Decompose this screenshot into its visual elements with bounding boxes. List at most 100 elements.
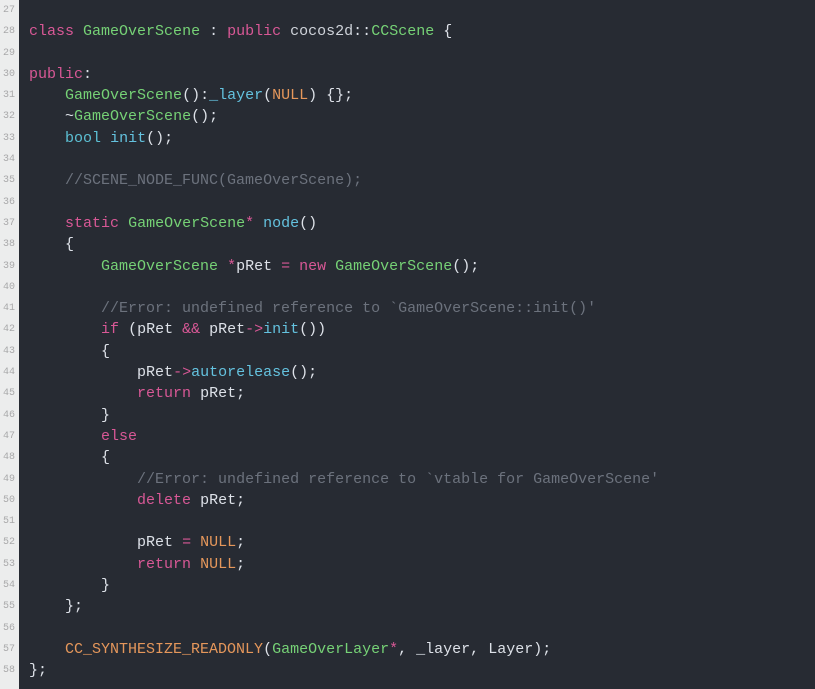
code-token: ~ — [65, 108, 74, 125]
code-token: _layer — [416, 641, 470, 658]
code-token: ( — [263, 641, 272, 658]
code-token — [101, 130, 110, 147]
line-number: 28 — [3, 21, 15, 42]
code-line[interactable] — [29, 277, 815, 298]
code-token: { — [443, 23, 452, 40]
line-number: 57 — [3, 639, 15, 660]
line-number: 27 — [3, 0, 15, 21]
code-token: _layer — [209, 87, 263, 104]
code-token: : — [83, 66, 92, 83]
code-token: pRet — [200, 385, 236, 402]
code-line[interactable] — [29, 43, 815, 64]
code-token: && — [182, 321, 200, 338]
code-token — [200, 23, 209, 40]
code-token: new — [299, 258, 326, 275]
code-line[interactable]: return pRet; — [29, 383, 815, 404]
code-token: , — [470, 641, 488, 658]
code-token — [29, 641, 65, 658]
code-line[interactable]: } — [29, 575, 815, 596]
code-line[interactable]: { — [29, 341, 815, 362]
line-number: 34 — [3, 149, 15, 170]
code-line[interactable] — [29, 149, 815, 170]
code-line[interactable]: GameOverScene *pRet = new GameOverScene(… — [29, 256, 815, 277]
code-token: pRet — [200, 492, 236, 509]
code-token: ; — [236, 492, 245, 509]
code-token — [29, 428, 101, 445]
code-line[interactable]: pRet->autorelease(); — [29, 362, 815, 383]
code-line[interactable] — [29, 511, 815, 532]
code-token: ); — [533, 641, 551, 658]
code-token: NULL — [272, 87, 308, 104]
code-line[interactable]: static GameOverScene* node() — [29, 213, 815, 234]
code-token: ; — [236, 534, 245, 551]
code-line[interactable]: if (pRet && pRet->init()) — [29, 319, 815, 340]
line-number: 47 — [3, 426, 15, 447]
code-line[interactable]: { — [29, 234, 815, 255]
code-token: -> — [245, 321, 263, 338]
code-area[interactable]: class GameOverScene : public cocos2d::CC… — [19, 0, 815, 689]
code-token — [29, 108, 65, 125]
code-line[interactable]: }; — [29, 596, 815, 617]
code-token: class — [29, 23, 74, 40]
line-number: 48 — [3, 447, 15, 468]
line-number: 32 — [3, 106, 15, 127]
code-line[interactable]: }; — [29, 660, 815, 681]
code-token — [191, 556, 200, 573]
code-token: , — [398, 641, 416, 658]
line-number: 55 — [3, 596, 15, 617]
code-token: GameOverScene — [335, 258, 452, 275]
code-line[interactable]: { — [29, 447, 815, 468]
code-line[interactable] — [29, 618, 815, 639]
code-token — [326, 258, 335, 275]
code-token: pRet — [137, 364, 173, 381]
line-number: 52 — [3, 532, 15, 553]
code-token — [191, 492, 200, 509]
code-token — [29, 577, 101, 594]
code-line[interactable]: } — [29, 405, 815, 426]
code-token — [29, 215, 65, 232]
code-token — [254, 215, 263, 232]
code-token: = — [281, 258, 290, 275]
code-token: NULL — [200, 556, 236, 573]
code-token: //Error: undefined reference to `GameOve… — [101, 300, 596, 317]
code-line[interactable]: else — [29, 426, 815, 447]
code-token: : — [209, 23, 218, 40]
code-token: bool — [65, 130, 101, 147]
code-token: pRet — [137, 534, 182, 551]
code-token: if — [101, 321, 119, 338]
code-token — [29, 236, 65, 253]
code-line[interactable]: bool init(); — [29, 128, 815, 149]
code-editor[interactable]: 2728293031323334353637383940414243444546… — [0, 0, 815, 689]
code-token: { — [101, 343, 110, 360]
code-line[interactable]: //Error: undefined reference to `GameOve… — [29, 298, 815, 319]
code-token: node — [263, 215, 299, 232]
code-token: return — [137, 385, 191, 402]
code-line[interactable] — [29, 0, 815, 21]
code-token: * — [227, 258, 236, 275]
code-line[interactable]: CC_SYNTHESIZE_READONLY(GameOverLayer*, _… — [29, 639, 815, 660]
code-token: } — [101, 577, 110, 594]
code-token: * — [389, 641, 398, 658]
code-token: ( — [128, 321, 137, 338]
code-line[interactable]: return NULL; — [29, 554, 815, 575]
line-number: 33 — [3, 128, 15, 149]
code-token — [29, 385, 137, 402]
code-line[interactable]: public: — [29, 64, 815, 85]
code-token: ) {}; — [308, 87, 353, 104]
code-token — [29, 364, 137, 381]
code-token — [218, 258, 227, 275]
code-line[interactable]: delete pRet; — [29, 490, 815, 511]
code-token: init — [110, 130, 146, 147]
code-line[interactable]: ~GameOverScene(); — [29, 106, 815, 127]
code-line[interactable]: class GameOverScene : public cocos2d::CC… — [29, 21, 815, 42]
code-token: :: — [353, 23, 371, 40]
code-token: GameOverScene — [74, 108, 191, 125]
code-line[interactable]: pRet = NULL; — [29, 532, 815, 553]
line-number: 42 — [3, 319, 15, 340]
code-line[interactable] — [29, 192, 815, 213]
code-line[interactable]: GameOverScene():_layer(NULL) {}; — [29, 85, 815, 106]
code-line[interactable]: //Error: undefined reference to `vtable … — [29, 469, 815, 490]
code-token: CCScene — [371, 23, 434, 40]
code-token — [434, 23, 443, 40]
code-line[interactable]: //SCENE_NODE_FUNC(GameOverScene); — [29, 170, 815, 191]
